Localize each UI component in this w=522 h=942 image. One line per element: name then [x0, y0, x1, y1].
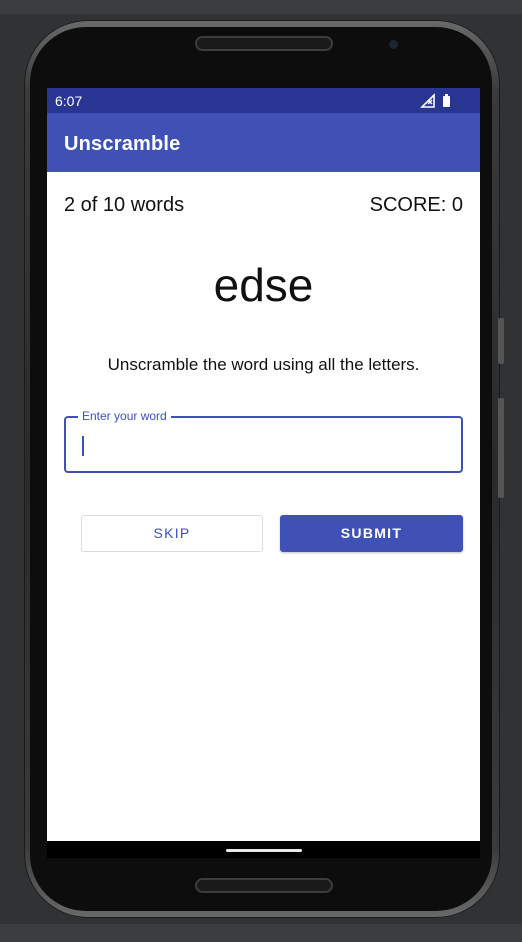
signal-icon [420, 93, 435, 108]
emulator-top-bar [0, 0, 522, 14]
emulator-stage: 6:07 Unscramble 2 of 10 words SCORE: 0 e… [0, 0, 522, 942]
instructions-text: Unscramble the word using all the letter… [107, 355, 420, 374]
volume-down-button[interactable] [498, 398, 504, 498]
word-input-label: Enter your word [78, 409, 171, 423]
front-camera [389, 40, 398, 49]
word-count: 2 of 10 words [64, 194, 185, 216]
signal-battery-icons [420, 93, 450, 108]
score: SCORE: 0 [369, 194, 463, 216]
text-cursor [82, 436, 84, 456]
home-gesture-pill[interactable] [226, 849, 302, 852]
scrambled-word: edse [213, 259, 314, 311]
status-time: 6:07 [55, 93, 83, 109]
earpiece-speaker [195, 36, 333, 51]
battery-icon [443, 94, 450, 107]
status-icons [420, 93, 452, 108]
volume-up-button[interactable] [498, 318, 504, 364]
device-screen: 6:07 Unscramble 2 of 10 words SCORE: 0 e… [47, 88, 480, 841]
submit-button[interactable]: SUBMIT [280, 515, 463, 552]
app-bar: Unscramble [47, 113, 480, 172]
word-input-field[interactable]: Enter your word [64, 409, 463, 473]
app-title: Unscramble [64, 133, 181, 155]
status-bar: 6:07 [47, 88, 480, 113]
skip-button[interactable]: SKIP [81, 515, 263, 552]
emulator-bottom-bar [0, 924, 522, 942]
bottom-speaker [195, 878, 333, 893]
